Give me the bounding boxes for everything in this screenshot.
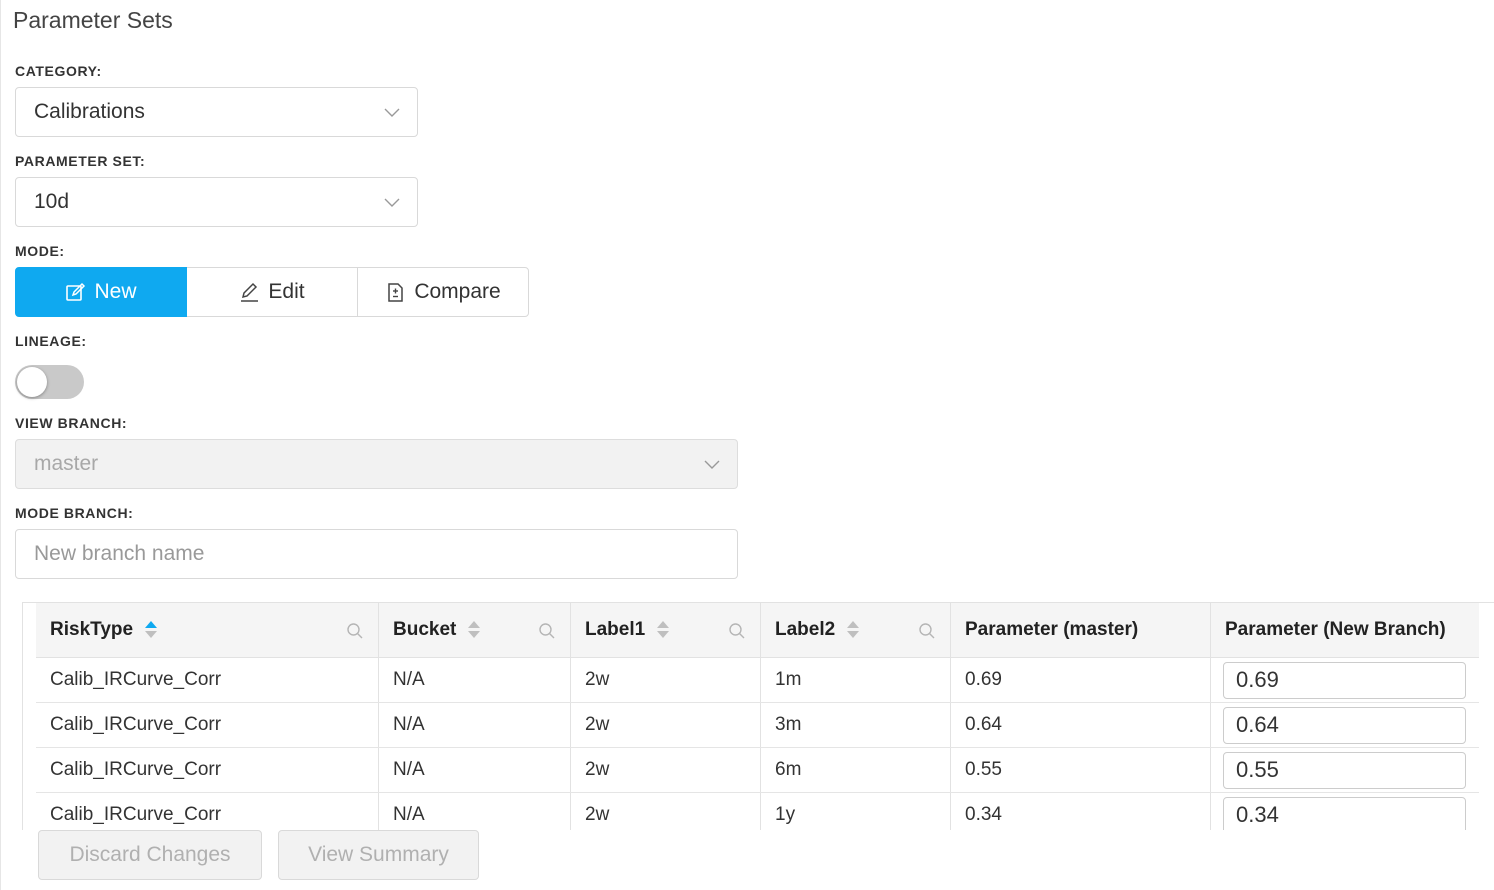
mode-segmented-control: New Edit Compare (15, 267, 529, 317)
discard-changes-button[interactable]: Discard Changes (38, 830, 262, 880)
mode-edit-label: Edit (268, 280, 305, 303)
parameter-set-select[interactable]: 10d (15, 177, 418, 227)
chevron-down-icon (384, 198, 400, 207)
cell-label1: 2w (571, 793, 761, 830)
category-label: CATEGORY: (15, 63, 102, 79)
edit-square-icon (66, 282, 86, 301)
view-summary-button[interactable]: View Summary (278, 830, 479, 880)
category-select[interactable]: Calibrations (15, 87, 418, 137)
mode-new-button[interactable]: New (15, 267, 187, 317)
mode-new-label: New (94, 280, 137, 303)
page-title: Parameter Sets (13, 7, 173, 33)
table-row: Calib_IRCurve_Corr N/A 2w 6m 0.55 0.55 (36, 748, 1479, 793)
search-icon[interactable] (918, 622, 936, 640)
parameter-grid: RiskType Bucket Label1 Label2 Parameter (22, 602, 1494, 830)
cell-bucket: N/A (379, 703, 571, 747)
cell-parameter-master: 0.69 (951, 658, 1211, 702)
cell-label2: 3m (761, 703, 951, 747)
cell-parameter-new-branch: 0.55 (1211, 748, 1479, 792)
cell-label2: 1m (761, 658, 951, 702)
sort-icon[interactable] (657, 620, 670, 640)
cell-parameter-new-branch: 0.69 (1211, 658, 1479, 702)
cell-label1: 2w (571, 658, 761, 702)
parameter-set-label: PARAMETER SET: (15, 153, 146, 169)
column-header-parameter-new-branch: Parameter (New Branch) (1225, 619, 1446, 640)
cell-risktype: Calib_IRCurve_Corr (36, 793, 379, 830)
cell-risktype: Calib_IRCurve_Corr (36, 748, 379, 792)
mode-branch-label: MODE BRANCH: (15, 505, 134, 521)
chevron-down-icon (384, 108, 400, 117)
column-header-bucket[interactable]: Bucket (379, 603, 571, 657)
cell-parameter-new-branch: 0.64 (1211, 703, 1479, 747)
pencil-icon (241, 282, 259, 302)
toggle-knob (17, 367, 47, 397)
view-branch-value: master (34, 452, 99, 475)
sort-ascending-icon[interactable] (145, 620, 158, 640)
cell-bucket: N/A (379, 793, 571, 830)
mode-label: MODE: (15, 243, 65, 259)
column-header-label1[interactable]: Label1 (571, 603, 761, 657)
mode-edit-button[interactable]: Edit (186, 267, 358, 317)
cell-label1: 2w (571, 748, 761, 792)
parameter-input[interactable]: 0.55 (1223, 751, 1466, 789)
file-diff-icon (388, 282, 404, 302)
search-icon[interactable] (538, 622, 556, 640)
search-icon[interactable] (728, 622, 746, 640)
parameter-input[interactable]: 0.69 (1223, 661, 1466, 699)
sort-icon[interactable] (847, 620, 860, 640)
cell-label1: 2w (571, 703, 761, 747)
table-row: Calib_IRCurve_Corr N/A 2w 3m 0.64 0.64 (36, 703, 1479, 748)
mode-branch-field (15, 529, 738, 579)
parameter-set-value: 10d (34, 190, 70, 213)
parameter-input[interactable]: 0.64 (1223, 706, 1466, 744)
category-value: Calibrations (34, 100, 145, 123)
column-header-parameter-master: Parameter (master) (951, 603, 1211, 657)
cell-parameter-new-branch: 0.34 (1211, 793, 1479, 830)
cell-parameter-master: 0.55 (951, 748, 1211, 792)
lineage-label: LINEAGE: (15, 333, 87, 349)
cell-risktype: Calib_IRCurve_Corr (36, 658, 379, 702)
cell-parameter-master: 0.64 (951, 703, 1211, 747)
cell-risktype: Calib_IRCurve_Corr (36, 703, 379, 747)
table-row: Calib_IRCurve_Corr N/A 2w 1m 0.69 0.69 (36, 658, 1479, 703)
frame-border (0, 0, 1, 890)
cell-parameter-master: 0.34 (951, 793, 1211, 830)
view-branch-label: VIEW BRANCH: (15, 415, 128, 431)
lineage-toggle[interactable] (15, 365, 84, 399)
chevron-down-icon (704, 460, 720, 469)
column-header-risktype[interactable]: RiskType (36, 603, 379, 657)
view-branch-select[interactable]: master (15, 439, 738, 489)
search-icon[interactable] (346, 622, 364, 640)
mode-compare-button[interactable]: Compare (357, 267, 529, 317)
cell-bucket: N/A (379, 658, 571, 702)
cell-bucket: N/A (379, 748, 571, 792)
table-row: Calib_IRCurve_Corr N/A 2w 1y 0.34 0.34 (36, 793, 1479, 830)
cell-label2: 1y (761, 793, 951, 830)
mode-compare-label: Compare (414, 280, 501, 303)
grid-header-row: RiskType Bucket Label1 Label2 Parameter (36, 603, 1479, 658)
parameter-input[interactable]: 0.34 (1223, 796, 1466, 830)
mode-branch-input[interactable] (16, 530, 737, 578)
column-header-label2[interactable]: Label2 (761, 603, 951, 657)
sort-icon[interactable] (468, 620, 481, 640)
cell-label2: 6m (761, 748, 951, 792)
